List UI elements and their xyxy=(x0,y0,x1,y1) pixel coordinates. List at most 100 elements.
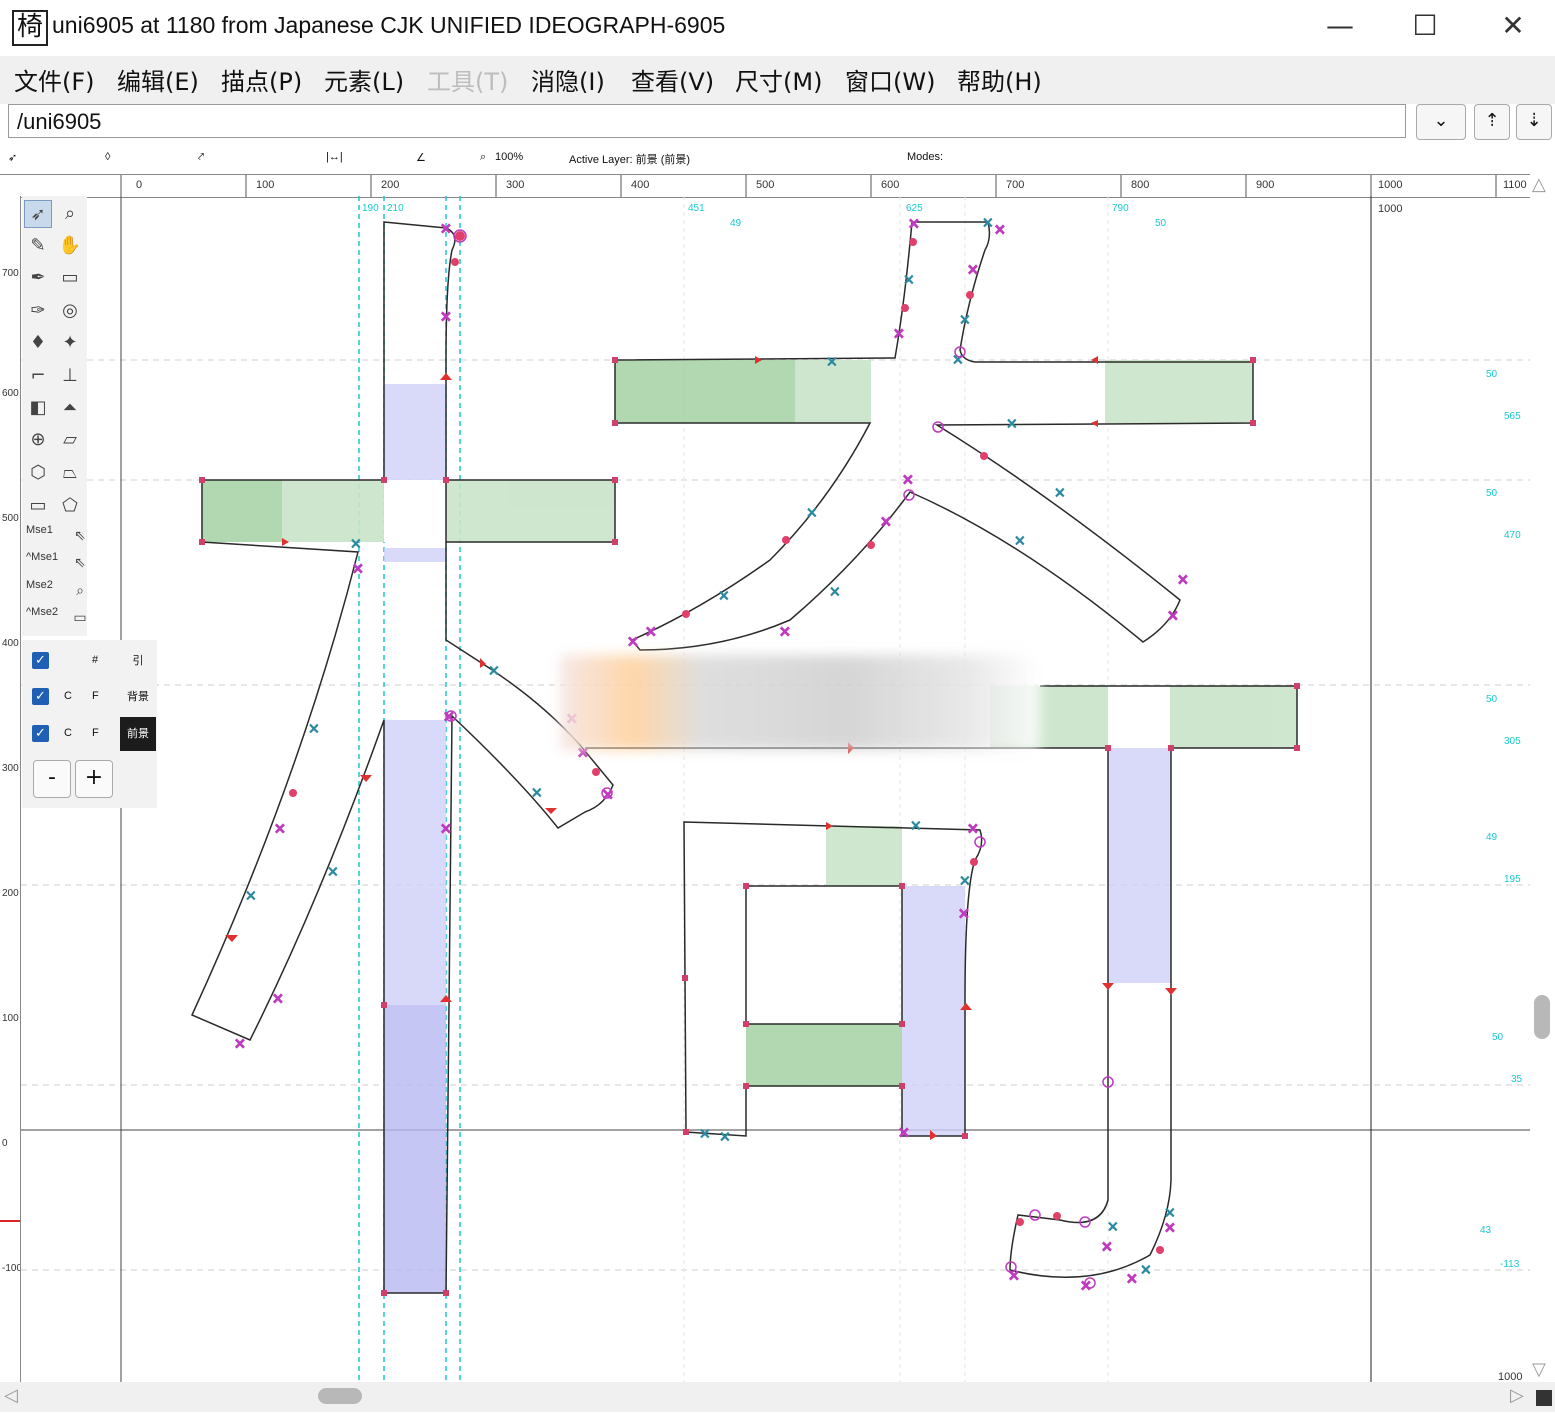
reference-icon: ⤤ xyxy=(198,151,205,163)
minimize-button[interactable]: — xyxy=(1305,6,1375,46)
ruler-tool-icon[interactable]: ▭ xyxy=(56,264,84,292)
svg-text:×: × xyxy=(719,1129,731,1145)
menu-view[interactable]: 查看(V) xyxy=(631,62,714,97)
scroll-left-icon[interactable]: ◁ xyxy=(4,1385,18,1406)
knife-tool-icon[interactable]: ✒ xyxy=(24,264,52,292)
glyph-name-field[interactable]: /uni6905 xyxy=(8,104,1406,138)
layer-row-foreground[interactable]: ✓ C F 前景 xyxy=(22,717,157,751)
horizontal-scrollbar[interactable]: ◁ ▷ xyxy=(0,1382,1555,1412)
svg-text:×: × xyxy=(718,588,730,604)
hand-tool-icon[interactable]: ✋ xyxy=(56,232,84,260)
hint-label: 50 xyxy=(1486,694,1498,705)
layer-name[interactable]: 引 xyxy=(120,644,156,678)
remove-layer-button[interactable]: - xyxy=(33,760,71,798)
corner-point-tool-icon[interactable]: ⌐ xyxy=(24,362,52,390)
ruler-label: 300 xyxy=(506,179,524,191)
hint-label: 565 xyxy=(1504,411,1521,422)
menu-help[interactable]: 帮助(H) xyxy=(957,62,1042,97)
rotate-tool-icon[interactable]: ⊕ xyxy=(24,426,52,454)
svg-text:×: × xyxy=(245,888,257,904)
hint-label: -113 xyxy=(1500,1259,1520,1270)
zoom-icon: ⌕ xyxy=(480,151,487,163)
prev-glyph-button[interactable]: ⇡ xyxy=(1474,104,1510,140)
menu-metrics[interactable]: 尺寸(M) xyxy=(735,62,822,97)
svg-text:×: × xyxy=(272,991,284,1007)
svg-text:×: × xyxy=(352,561,364,577)
svg-text:×: × xyxy=(1164,1220,1176,1236)
flip-tool-icon[interactable]: ⏶ xyxy=(56,394,84,422)
menu-point[interactable]: 描点(P) xyxy=(221,62,302,97)
layer-f: F xyxy=(92,727,99,739)
vertical-ruler: 700 600 500 400 300 200 100 0 -100 xyxy=(0,196,22,1382)
pencil-tool-icon[interactable]: ✎ xyxy=(24,232,52,260)
hv-curve-point-tool-icon[interactable]: ✦ xyxy=(56,329,84,357)
layer-name[interactable]: 前景 xyxy=(120,717,156,751)
add-layer-button[interactable]: + xyxy=(75,760,113,798)
guide-label: 190 xyxy=(362,203,379,214)
scroll-right-icon[interactable]: ▷ xyxy=(1510,1385,1524,1406)
ctrl-mouse1-label: ^Mse1 xyxy=(26,551,59,563)
vertical-scroll-thumb[interactable] xyxy=(1534,995,1550,1039)
ruler-label: 200 xyxy=(381,179,399,191)
svg-text:×: × xyxy=(967,262,979,278)
hint-label: 35 xyxy=(1511,1074,1523,1085)
pen-tool-icon[interactable]: ✑ xyxy=(24,297,52,325)
mouse2-label: Mse2 xyxy=(26,579,53,591)
layer-name[interactable]: 背景 xyxy=(120,680,156,714)
svg-text:×: × xyxy=(880,514,892,530)
guide-label: 50 xyxy=(1155,218,1167,229)
guide-label: 451 xyxy=(688,203,705,214)
glyph-dropdown-button[interactable]: ⌄ xyxy=(1416,104,1466,140)
svg-text:×: × xyxy=(893,326,905,342)
svg-text:×: × xyxy=(910,818,922,834)
skew-tool-icon[interactable]: ▱ xyxy=(56,426,84,454)
glyph-canvas[interactable]: ××× ××× ×× × ×× × ×× × ×× × × × × ×× × ×× × ×× × … xyxy=(21,196,1530,1382)
hint-label: 195 xyxy=(1504,874,1521,885)
scroll-down-icon[interactable]: ▽ xyxy=(1532,1359,1546,1380)
horizontal-scroll-thumb[interactable] xyxy=(318,1388,362,1404)
polygon-tool-icon[interactable]: ⬠ xyxy=(56,492,84,520)
ruler-label: 0 xyxy=(2,1138,8,1149)
maximize-button[interactable]: ☐ xyxy=(1390,6,1460,46)
layer-row-guide[interactable]: ✓ # 引 xyxy=(22,644,157,678)
title-bar: 椅 uni6905 at 1180 from Japanese CJK UNIF… xyxy=(0,0,1555,54)
next-glyph-button[interactable]: ⇣ xyxy=(1516,104,1552,140)
svg-text:×: × xyxy=(959,873,971,889)
hint-label: 43 xyxy=(1480,1225,1492,1236)
scale-tool-icon[interactable]: ◧ xyxy=(24,394,52,422)
layer-row-background[interactable]: ✓ C F 背景 xyxy=(22,680,157,714)
ruler-label: 100 xyxy=(2,1013,19,1024)
menu-element[interactable]: 元素(L) xyxy=(324,62,404,97)
menu-window[interactable]: 窗口(W) xyxy=(845,62,935,97)
ruler-label: 400 xyxy=(631,179,649,191)
mouse1-pointer-icon: ⇖ xyxy=(74,528,86,544)
vertical-scrollbar[interactable]: △ ▽ xyxy=(1530,174,1555,1382)
hint-label: 50 xyxy=(1486,488,1498,499)
layer-visible-checkbox[interactable]: ✓ xyxy=(32,725,49,742)
ruler-label: 0 xyxy=(136,179,142,191)
pointer-tool-icon[interactable]: ➶ xyxy=(24,200,52,228)
svg-text:×: × xyxy=(440,821,452,837)
menu-file[interactable]: 文件(F) xyxy=(14,62,95,97)
svg-text:×: × xyxy=(806,505,818,521)
resize-grip-icon[interactable] xyxy=(1536,1390,1552,1406)
scroll-up-icon[interactable]: △ xyxy=(1532,174,1546,195)
spiro-tool-icon[interactable]: ◎ xyxy=(56,297,84,325)
perspective-tool-icon[interactable]: ⏢ xyxy=(56,459,84,487)
svg-text:×: × xyxy=(440,221,452,237)
menu-hints[interactable]: 消隐(I) xyxy=(531,62,605,97)
menu-edit[interactable]: 编辑(E) xyxy=(117,62,199,97)
rectangle-tool-icon[interactable]: ▭ xyxy=(24,492,52,520)
layer-visible-checkbox[interactable]: ✓ xyxy=(32,688,49,705)
magnify-tool-icon[interactable]: ⌕ xyxy=(56,200,84,228)
layer-visible-checkbox[interactable]: ✓ xyxy=(32,652,49,669)
close-button[interactable]: ✕ xyxy=(1478,6,1548,46)
svg-text:×: × xyxy=(902,472,914,488)
tools-palette: ➶ ⌕ ✎ ✋ ✒ ▭ ✑ ◎ ♦ ✦ ⌐ ⊥ ◧ ⏶ ⊕ ▱ ⬡ ⏢ ▭ ⬠ … xyxy=(22,196,87,636)
3d-rotate-tool-icon[interactable]: ⬡ xyxy=(24,459,52,487)
point-icon: ◊ xyxy=(105,151,111,163)
svg-text:×: × xyxy=(958,906,970,922)
curve-point-tool-icon[interactable]: ♦ xyxy=(24,329,52,357)
ruler-label: 500 xyxy=(2,513,19,524)
tangent-point-tool-icon[interactable]: ⊥ xyxy=(56,362,84,390)
